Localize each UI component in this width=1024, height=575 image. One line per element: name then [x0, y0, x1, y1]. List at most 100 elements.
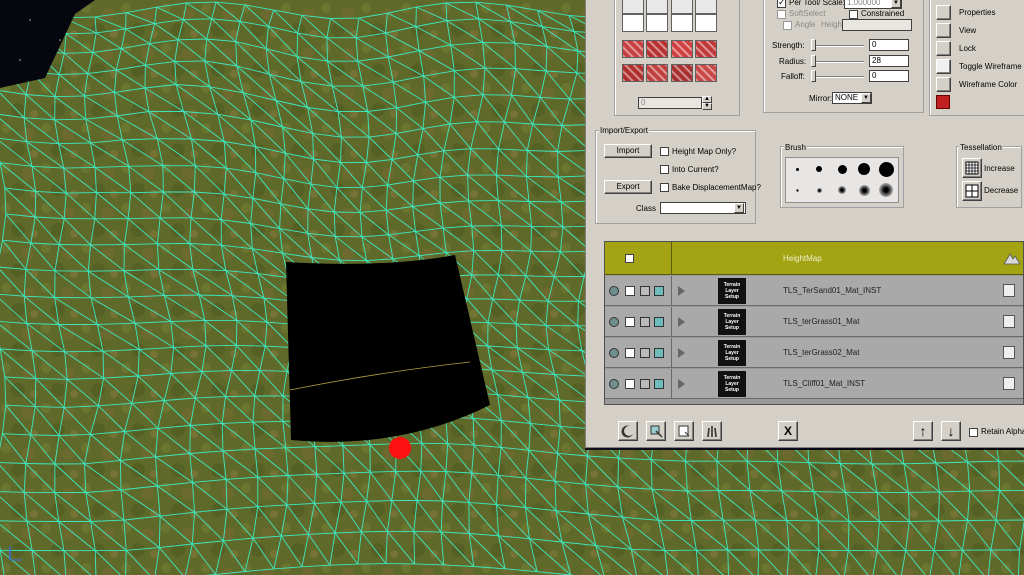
layer-row[interactable]: Terrain Layer Setup TLS_terGrass02_Mat: [605, 338, 1023, 368]
terrain-tool-2-icon[interactable]: [646, 0, 668, 14]
properties-menu-item[interactable]: Properties: [959, 8, 995, 18]
brush-hard-2-icon[interactable]: [816, 166, 822, 172]
layer-action-button-4[interactable]: [702, 421, 722, 441]
class-dropdown-arrow[interactable]: ▼: [734, 203, 744, 213]
strength-field[interactable]: 0: [869, 39, 909, 51]
constrained-checkbox[interactable]: [849, 10, 858, 19]
terrain-tool-7-icon[interactable]: [671, 14, 693, 32]
radius-field[interactable]: 28: [869, 55, 909, 67]
terrain-tool-15-icon[interactable]: [671, 64, 693, 82]
into-current-checkbox[interactable]: [660, 165, 669, 174]
toggle-wireframe-icon[interactable]: [936, 59, 951, 74]
layer-material-icon[interactable]: [654, 317, 664, 327]
terrain-tool-4-icon[interactable]: [695, 0, 717, 14]
layer-cube-icon[interactable]: [640, 286, 650, 296]
layer-enable-checkbox[interactable]: [625, 317, 635, 327]
retain-alpha-checkbox[interactable]: [969, 428, 978, 437]
layer-cube-icon[interactable]: [640, 379, 650, 389]
move-layer-down-button[interactable]: ↓: [941, 421, 961, 441]
terrain-tool-9-icon[interactable]: [622, 40, 644, 58]
delete-layer-button[interactable]: X: [778, 421, 798, 441]
move-layer-up-button[interactable]: ↑: [913, 421, 933, 441]
terrain-tool-12-icon[interactable]: [695, 40, 717, 58]
tool-spinner-down[interactable]: ▼: [702, 103, 712, 110]
layer-visibility-eye-icon[interactable]: [609, 379, 619, 389]
layer-action-button-3[interactable]: [674, 421, 694, 441]
wireframe-color-icon[interactable]: [936, 77, 951, 92]
layer-material-icon[interactable]: [654, 379, 664, 389]
radius-slider-handle[interactable]: [811, 55, 816, 67]
tool-spinner-up[interactable]: ▲: [702, 96, 712, 103]
layer-expand-arrow-icon[interactable]: [678, 379, 685, 389]
layer-action-button-1[interactable]: [618, 421, 638, 441]
strength-slider-handle[interactable]: [811, 39, 816, 51]
layer-visibility-eye-icon[interactable]: [609, 286, 619, 296]
mirror-dropdown-arrow[interactable]: ▼: [861, 93, 871, 103]
heightmap-checkbox[interactable]: [625, 254, 634, 263]
strength-slider-track[interactable]: [812, 45, 864, 47]
layer-action-button-2[interactable]: [646, 421, 666, 441]
exit-icon[interactable]: [936, 95, 950, 109]
layer-material-icon[interactable]: [654, 286, 664, 296]
height-field[interactable]: [842, 19, 912, 31]
layer-expand-arrow-icon[interactable]: [678, 348, 685, 358]
falloff-field[interactable]: 0: [869, 70, 909, 82]
terrain-tool-11-icon[interactable]: [671, 40, 693, 58]
layer-enable-checkbox[interactable]: [625, 348, 635, 358]
layer-copy-icon[interactable]: [1003, 315, 1015, 328]
terrain-tool-10-icon[interactable]: [646, 40, 668, 58]
tessellation-increase-button[interactable]: [962, 158, 982, 178]
tool-numeric-field[interactable]: 0: [638, 97, 702, 109]
toggle-wireframe-menu-item[interactable]: Toggle Wireframe on: [959, 62, 1024, 72]
wireframe-color-menu-item[interactable]: Wireframe Color: [959, 80, 1017, 90]
layer-cube-icon[interactable]: [640, 348, 650, 358]
layer-visibility-eye-icon[interactable]: [609, 348, 619, 358]
layer-copy-icon[interactable]: [1003, 377, 1015, 390]
scale-dropdown-arrow[interactable]: ▼: [891, 0, 901, 8]
brush-soft-5-icon[interactable]: [879, 183, 893, 197]
brush-soft-3-icon[interactable]: [838, 186, 846, 194]
soft-select-checkbox[interactable]: [777, 10, 786, 19]
brush-hard-4-icon[interactable]: [858, 163, 870, 175]
terrain-tool-13-icon[interactable]: [622, 64, 644, 82]
terrain-tool-5-icon[interactable]: [622, 14, 644, 32]
terrain-tool-1-icon[interactable]: [622, 0, 644, 14]
layer-row[interactable]: Terrain Layer Setup TLS_Cliff01_Mat_INST: [605, 369, 1023, 399]
per-tool-scale-checkbox[interactable]: ✓: [777, 0, 786, 8]
lock-menu-item[interactable]: Lock: [959, 44, 976, 54]
terrain-tool-8-icon[interactable]: [695, 14, 717, 32]
falloff-slider-track[interactable]: [812, 76, 864, 78]
brush-hard-1-icon[interactable]: [795, 167, 799, 171]
terrain-tool-3-icon[interactable]: [671, 0, 693, 14]
layer-row[interactable]: Terrain Layer Setup TLS_terGrass01_Mat: [605, 307, 1023, 337]
export-button[interactable]: Export: [604, 180, 652, 194]
terrain-tool-14-icon[interactable]: [646, 64, 668, 82]
layer-copy-icon[interactable]: [1003, 284, 1015, 297]
tessellation-decrease-button[interactable]: [962, 181, 982, 201]
layer-row[interactable]: Terrain Layer Setup TLS_TerSand01_Mat_INS…: [605, 276, 1023, 306]
brush-soft-1-icon[interactable]: [795, 188, 799, 192]
layer-enable-checkbox[interactable]: [625, 379, 635, 389]
properties-icon[interactable]: [936, 5, 951, 20]
layer-enable-checkbox[interactable]: [625, 286, 635, 296]
heightmap-header-row[interactable]: HeightMap: [605, 242, 1023, 275]
brush-hard-3-icon[interactable]: [837, 164, 847, 174]
layer-visibility-eye-icon[interactable]: [609, 317, 619, 327]
view-menu-item[interactable]: View: [959, 26, 976, 36]
brush-hard-5-icon[interactable]: [878, 161, 894, 177]
terrain-tool-16-icon[interactable]: [695, 64, 717, 82]
angle-checkbox[interactable]: [783, 21, 792, 30]
layer-cube-icon[interactable]: [640, 317, 650, 327]
terrain-tool-6-icon[interactable]: [646, 14, 668, 32]
view-icon[interactable]: [936, 23, 951, 38]
layer-copy-icon[interactable]: [1003, 346, 1015, 359]
radius-slider-track[interactable]: [812, 61, 864, 63]
bake-displacement-checkbox[interactable]: [660, 183, 669, 192]
layer-expand-arrow-icon[interactable]: [678, 286, 685, 296]
brush-soft-2-icon[interactable]: [816, 187, 822, 193]
layer-material-icon[interactable]: [654, 348, 664, 358]
lock-icon[interactable]: [936, 41, 951, 56]
layer-expand-arrow-icon[interactable]: [678, 317, 685, 327]
falloff-slider-handle[interactable]: [811, 70, 816, 82]
import-button[interactable]: Import: [604, 144, 652, 158]
